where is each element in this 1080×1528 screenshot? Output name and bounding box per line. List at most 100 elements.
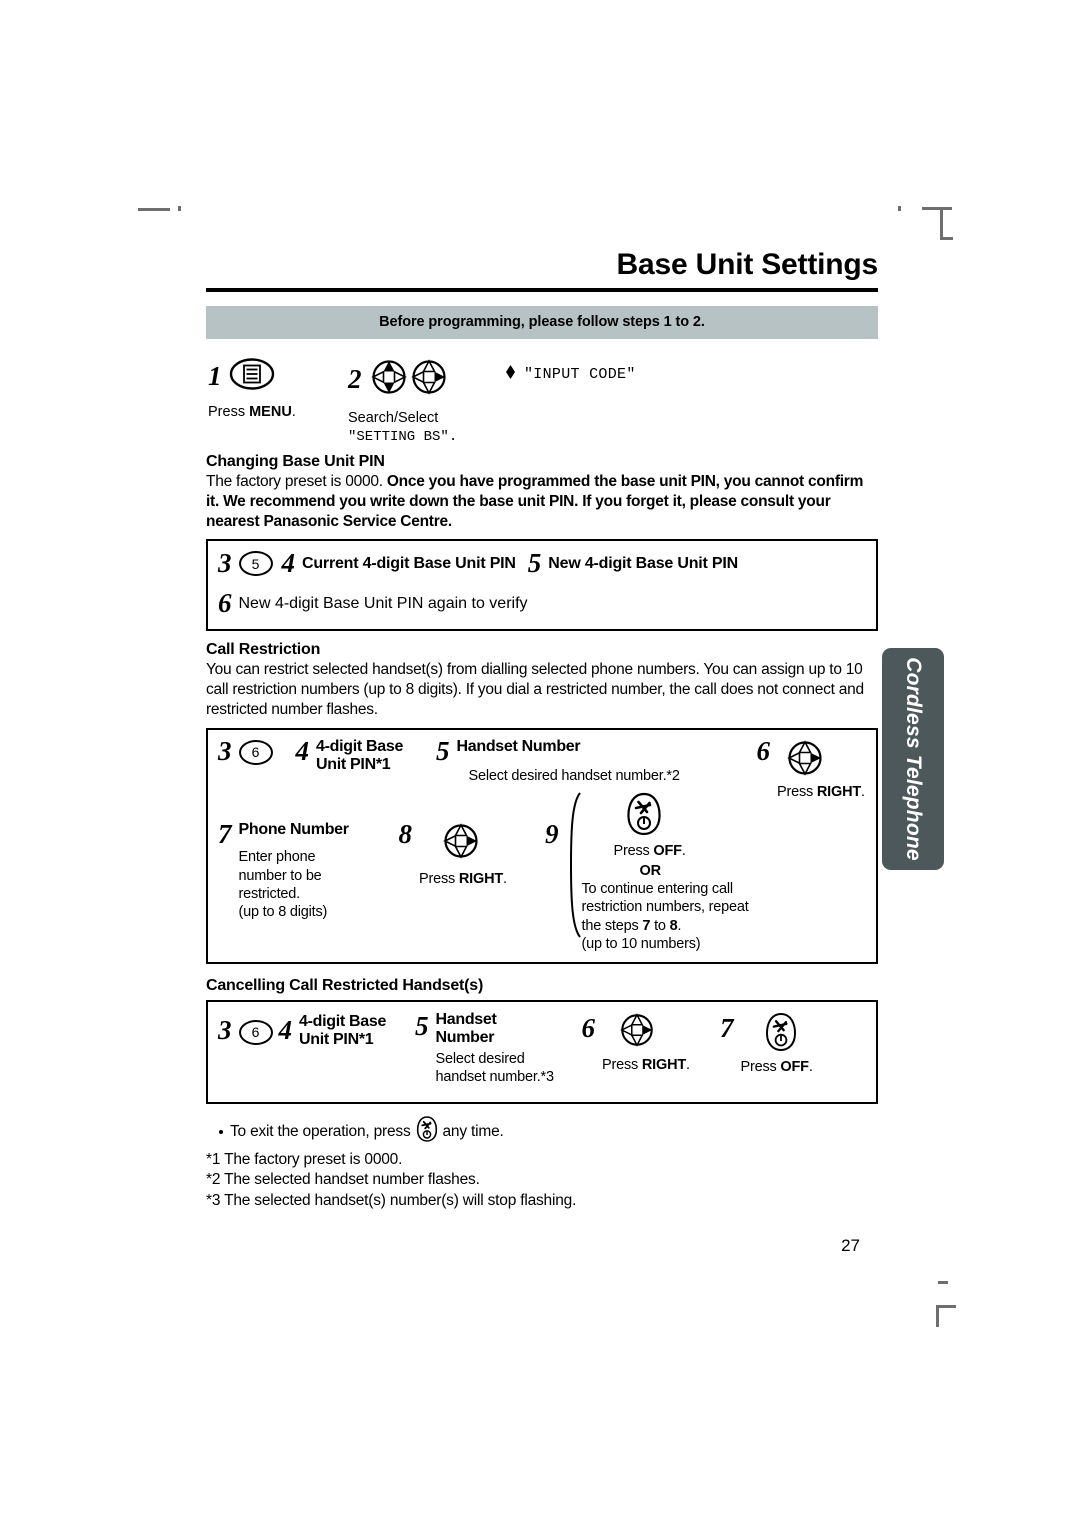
pin-steps-line-2: 6 New 4-digit Base Unit PIN again to ver… xyxy=(218,590,866,617)
footnote-2: *2 The selected handset number flashes. xyxy=(206,1171,480,1189)
step-number: 9 xyxy=(545,819,559,850)
footnote-exit: To exit the operation, press any time. xyxy=(206,1115,878,1150)
step-number: 6 xyxy=(218,588,232,619)
step-6-text: New 4-digit Base Unit PIN again to verif… xyxy=(238,594,528,612)
right-key-name: RIGHT xyxy=(458,871,504,888)
step-4-text-line2: Unit PIN*1 xyxy=(299,1031,374,1049)
step-9-continue-line3: the steps 7 to 8. xyxy=(581,917,682,934)
step-number: 6 xyxy=(581,1012,596,1043)
crop-mark-bottom-right-dot xyxy=(938,1281,948,1284)
display-code-text: "INPUT CODE" xyxy=(524,366,636,383)
intro-display-readout: "INPUT CODE" xyxy=(504,363,636,386)
step-6-subtext: Press RIGHT. xyxy=(777,783,865,800)
call-restriction-steps-row-2: 7 Phone Number Enter phone number to be … xyxy=(218,792,866,953)
navigator-right-icon xyxy=(618,1011,720,1054)
step-7-subtext-line2: number to be xyxy=(238,867,322,884)
footnote-1: *1 The factory preset is 0000. xyxy=(206,1150,403,1168)
step-number: 5 xyxy=(436,735,450,766)
step-1-label: Press MENU. xyxy=(208,404,296,420)
step-number: 3 xyxy=(218,1014,232,1045)
step-7-text: Phone Number xyxy=(238,821,350,839)
step-7-block: Phone Number Enter phone number to be re… xyxy=(239,821,399,921)
right-key-name: RIGHT xyxy=(816,783,862,800)
changing-pin-body: The factory preset is 0000. Once you hav… xyxy=(206,473,864,530)
navigator-right-icon xyxy=(441,821,545,866)
instruction-banner: Before programming, please follow steps … xyxy=(206,306,878,339)
step-9-or-label: OR xyxy=(639,863,662,880)
step-5-subtext-line2: handset number.*3 xyxy=(435,1068,555,1085)
intro-step-2: 2 Search/Select "SETTING BS". xyxy=(348,357,457,445)
section-heading-call-restriction: Call Restriction xyxy=(206,641,321,659)
step-4-block: 4-digit Base Unit PIN*1 xyxy=(299,1013,415,1050)
keypad-digit-icon: 5 xyxy=(238,551,273,577)
step-9-continue-line1: To continue entering call xyxy=(581,881,734,898)
changing-pin-procedure-box: 3 5 4 Current 4-digit Base Unit PIN 5 Ne… xyxy=(206,539,878,632)
call-restriction-procedure-box: 3 6 4 4-digit Base Unit PIN*1 5 Handset … xyxy=(206,727,878,964)
step-number: 2 xyxy=(348,364,362,394)
step-number: 5 xyxy=(415,1010,429,1041)
step-4-text: Current 4-digit Base Unit PIN xyxy=(302,554,516,572)
crop-mark-top-right-dot xyxy=(898,206,901,211)
crop-mark-top-left-dot xyxy=(178,206,181,211)
crop-mark-top-right-h2 xyxy=(940,237,953,240)
step-number: 6 xyxy=(756,735,771,766)
section-heading-cancelling: Cancelling Call Restricted Handset(s) xyxy=(206,976,484,994)
navigator-right-icon xyxy=(785,738,865,783)
bullet-icon xyxy=(219,1130,223,1135)
step-5-block: Handset Number Select desired handset nu… xyxy=(436,1011,582,1086)
footnotes: To exit the operation, press any time. *… xyxy=(206,1115,878,1211)
step-5-text-line2: Number xyxy=(435,1029,495,1047)
page-sheet: Base Unit Settings Before programming, p… xyxy=(206,248,878,1256)
step-number: 4 xyxy=(295,735,310,766)
step-9-block: Press OFF. OR To continue entering call … xyxy=(566,791,749,953)
step-number: 5 xyxy=(527,548,542,579)
step-2-display-value: "SETTING BS". xyxy=(348,429,458,445)
pin-steps-line-1: 3 5 4 Current 4-digit Base Unit PIN 5 Ne… xyxy=(218,550,866,577)
step-5-subtext-line1: Select desired xyxy=(435,1050,525,1067)
step-7-subtext: Press OFF. xyxy=(740,1058,813,1075)
side-tab-label: Cordless Telephone xyxy=(902,657,925,861)
menu-button-icon xyxy=(229,357,275,396)
crop-mark-bottom-right-v xyxy=(936,1305,939,1327)
off-key-name: OFF xyxy=(780,1058,809,1075)
step-5-text-line1: Handset xyxy=(435,1010,497,1028)
step-number: 7 xyxy=(720,1012,734,1043)
step-8-block: Press RIGHT. xyxy=(419,821,545,888)
call-restriction-body: You can restrict selected handset(s) fro… xyxy=(206,661,864,719)
step-5-text: Handset Number xyxy=(456,737,581,755)
step-8-subtext: Press RIGHT. xyxy=(419,871,507,888)
step-7-subtext-line4: (up to 8 digits) xyxy=(238,903,328,920)
power-off-handset-icon xyxy=(624,791,749,842)
step-number: 7 xyxy=(218,819,232,850)
navigator-search-updown-icon xyxy=(369,357,409,402)
step-4-text-line2: Unit PIN*1 xyxy=(316,756,391,774)
step-number: 4 xyxy=(281,548,296,579)
step-4-text-line1: 4-digit Base xyxy=(299,1012,387,1030)
step-5-block: Handset Number Select desired handset nu… xyxy=(457,738,757,786)
step-9-continue-line4: (up to 10 numbers) xyxy=(581,935,701,952)
off-key-name: OFF xyxy=(653,843,682,860)
intro-steps: 1 Press MENU. 2 Search/Select "SETTING B… xyxy=(206,355,878,445)
intro-step-1: 1 Press MENU. xyxy=(208,357,296,420)
grouping-brace xyxy=(569,792,581,938)
step-number: 8 xyxy=(398,819,413,850)
step-number: 4 xyxy=(278,1014,293,1045)
step-6-block: Press RIGHT. xyxy=(777,738,865,801)
navigator-select-right-icon xyxy=(409,357,449,402)
step-5-subtext: Select desired handset number.*2 xyxy=(468,768,680,785)
step-9-continue-line2: restriction numbers, repeat xyxy=(581,899,749,916)
power-off-handset-icon xyxy=(763,1011,813,1058)
step-9-press-off: Press OFF. xyxy=(613,843,686,860)
step-6-subtext: Press RIGHT. xyxy=(602,1056,690,1073)
step-2-label: Search/Select xyxy=(348,410,439,426)
step-5-text: New 4-digit Base Unit PIN xyxy=(548,554,738,572)
menu-key-name: MENU xyxy=(249,404,292,420)
call-restriction-steps-row-1: 3 6 4 4-digit Base Unit PIN*1 5 Handset … xyxy=(218,735,866,801)
step-4-block: 4-digit Base Unit PIN*1 xyxy=(316,738,436,775)
solid-arrow-marker-icon xyxy=(504,363,517,386)
page-title: Base Unit Settings xyxy=(616,248,879,281)
step-7-subtext-line1: Enter phone xyxy=(238,849,316,866)
footnote-3: *3 The selected handset(s) number(s) wil… xyxy=(206,1191,577,1209)
crop-mark-top-left xyxy=(138,208,170,211)
keypad-digit-icon: 6 xyxy=(238,739,273,765)
